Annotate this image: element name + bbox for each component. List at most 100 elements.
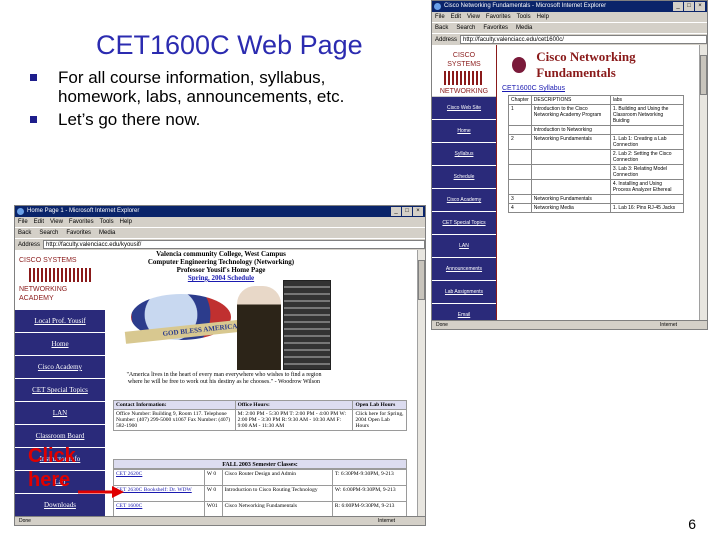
office-hours-cell: M: 2:00 PM - 5:30 PM T: 2:00 PM - 4:00 P… bbox=[234, 409, 354, 431]
table-row: 3. Lab 3: Relating Model Connection bbox=[508, 164, 685, 180]
maximize-button[interactable]: □ bbox=[402, 207, 412, 216]
nf-nav-item[interactable]: Schedule bbox=[432, 166, 496, 188]
favorites-button[interactable]: Favorites bbox=[66, 228, 91, 238]
ie-icon bbox=[434, 3, 441, 10]
address-bar: Address http://faculty.valenciacc.edu/ce… bbox=[432, 33, 707, 45]
minimize-button[interactable]: _ bbox=[391, 207, 401, 216]
schedule-row: CET 2620C W 0 Cisco Router Design and Admi… bbox=[113, 469, 408, 486]
nf-nav-item[interactable]: Lab Assignments bbox=[432, 281, 496, 303]
vc-nav-item[interactable]: Local Prof. Yousif bbox=[15, 310, 105, 332]
address-input[interactable]: http://faculty.valenciacc.edu/kyousif/ bbox=[43, 240, 425, 249]
col-header: Open Lab Hours bbox=[352, 400, 407, 410]
nf-nav-item[interactable]: Announcements bbox=[432, 258, 496, 280]
table-row: 4 Networking Media 1. Lab 16: Pins RJ-45 J… bbox=[508, 203, 685, 213]
syllabus-link[interactable]: CET1600C Syllabus bbox=[500, 85, 699, 95]
table-row: 3 Networking Fundamentals bbox=[508, 194, 685, 204]
vertical-scrollbar[interactable] bbox=[417, 250, 425, 516]
schedule-cell: R: 6:00PM-9:30PM, 9-213 bbox=[331, 501, 408, 516]
window-titlebar: Cisco Networking Fundamentals - Microsof… bbox=[432, 1, 707, 12]
col-header: DESCRIPTIONS bbox=[530, 95, 611, 105]
menu-edit[interactable]: Edit bbox=[34, 217, 44, 227]
vc-nav-item[interactable]: Home bbox=[15, 333, 105, 355]
address-input[interactable]: http://faculty.valenciacc.edu/cet1600c/ bbox=[460, 35, 707, 44]
search-button[interactable]: Search bbox=[39, 228, 58, 238]
page-header: Valencia community College, West Campus … bbox=[111, 250, 331, 282]
nf-nav-item[interactable]: Syllabus bbox=[432, 143, 496, 165]
menu-bar: File Edit View Favorites Tools Help bbox=[15, 217, 425, 227]
table-cell: 1. Building and Using the Classroom Netw… bbox=[609, 104, 685, 126]
menu-tools[interactable]: Tools bbox=[517, 12, 531, 22]
nf-nav-item[interactable]: LAN bbox=[432, 235, 496, 257]
vc-nav-item[interactable]: Cisco Academy bbox=[15, 356, 105, 378]
media-button[interactable]: Media bbox=[516, 23, 532, 33]
vc-nav-item[interactable]: LAN bbox=[15, 402, 105, 424]
col-header: Office Hours: bbox=[234, 400, 354, 410]
menu-file[interactable]: File bbox=[435, 12, 445, 22]
address-label: Address bbox=[435, 36, 458, 43]
menu-file[interactable]: File bbox=[18, 217, 28, 227]
menu-edit[interactable]: Edit bbox=[451, 12, 461, 22]
vertical-scrollbar[interactable] bbox=[699, 45, 707, 320]
vc-nav-item[interactable]: CET Special Topics bbox=[15, 379, 105, 401]
table-cell: 2. Lab 2: Setting the Cisco Connection bbox=[609, 149, 685, 165]
schedule-cell: Cisco Networking Fundamentals bbox=[221, 501, 333, 516]
open-lab-hours-link[interactable]: Click here for Spring, 2004 Open Lab Hou… bbox=[352, 409, 407, 431]
sidebar-nav: Cisco Web Site Home Syllabus Schedule Cisco … bbox=[432, 97, 496, 320]
window-title: Home Page 1 - Microsoft Internet Explore… bbox=[27, 208, 140, 214]
table-cell bbox=[508, 164, 532, 180]
quote-text: "America lives in the heart of every man… bbox=[126, 372, 322, 385]
status-zone: Internet bbox=[378, 518, 395, 524]
course-link[interactable]: CET 1600C bbox=[116, 503, 142, 509]
contact-info-cell: Office Number: Building 9, Room 117. Tel… bbox=[113, 409, 236, 431]
menu-tools[interactable]: Tools bbox=[100, 217, 114, 227]
scroll-thumb[interactable] bbox=[418, 260, 425, 300]
search-button[interactable]: Search bbox=[456, 23, 475, 33]
table-cell bbox=[508, 125, 532, 135]
close-button[interactable]: × bbox=[695, 2, 705, 11]
table-cell bbox=[530, 164, 611, 180]
nf-nav-item[interactable]: CET Special Topics bbox=[432, 212, 496, 234]
address-bar: Address http://faculty.valenciacc.edu/ky… bbox=[15, 238, 425, 250]
table-cell: Networking Fundamentals bbox=[530, 134, 611, 150]
table-cell: Introduction to the Cisco Networking Aca… bbox=[530, 104, 611, 126]
menu-help[interactable]: Help bbox=[120, 217, 132, 227]
page-heading: Cisco Networking Fundamentals bbox=[536, 49, 636, 80]
media-button[interactable]: Media bbox=[99, 228, 115, 238]
course-link[interactable]: CET 2620C bbox=[116, 471, 142, 477]
page-content: CISCO SYSTEMS NETWORKING ACADEMY Cisco W… bbox=[432, 45, 699, 320]
menu-help[interactable]: Help bbox=[537, 12, 549, 22]
table-cell: 3 bbox=[508, 194, 532, 204]
browser-toolbar: Back Search Favorites Media bbox=[432, 22, 707, 33]
back-button[interactable]: Back bbox=[435, 23, 448, 33]
schedule-cell: W: 6:00PM-9:30PM, 9-213 bbox=[331, 485, 408, 502]
schedule-title: FALL 2003 Semester Classes: bbox=[113, 459, 407, 469]
menu-view[interactable]: View bbox=[50, 217, 63, 227]
menu-view[interactable]: View bbox=[467, 12, 480, 22]
nf-nav-item[interactable]: Cisco Web Site bbox=[432, 97, 496, 119]
schedule-cell: T: 6:30PM-9:30PM, 9-213 bbox=[331, 469, 408, 486]
menu-favorites[interactable]: Favorites bbox=[486, 12, 511, 22]
scroll-thumb[interactable] bbox=[700, 55, 707, 95]
table-row: Introduction to Networking bbox=[508, 125, 685, 135]
close-button[interactable]: × bbox=[413, 207, 423, 216]
table-cell: 2 bbox=[508, 134, 532, 150]
nf-nav-item[interactable]: Cisco Academy bbox=[432, 189, 496, 211]
back-button[interactable]: Back bbox=[18, 228, 31, 238]
bullet-square-icon bbox=[30, 116, 37, 123]
maximize-button[interactable]: □ bbox=[684, 2, 694, 11]
window-titlebar: Home Page 1 - Microsoft Internet Explore… bbox=[15, 206, 425, 217]
favorites-button[interactable]: Favorites bbox=[483, 23, 508, 33]
nf-nav-item[interactable]: Home bbox=[432, 120, 496, 142]
menu-favorites[interactable]: Favorites bbox=[69, 217, 94, 227]
table-cell bbox=[609, 125, 685, 135]
minimize-button[interactable]: _ bbox=[673, 2, 683, 11]
cisco-logo: CISCO SYSTEMS NETWORKING ACADEMY bbox=[15, 250, 105, 310]
col-header: Contact Information: bbox=[113, 400, 236, 410]
schedule-row: CET 1600C W01 Cisco Networking Fundamental… bbox=[113, 501, 408, 516]
course-cell: CET 2630C Bookshelf: Dr. WDW bbox=[113, 485, 205, 502]
nf-nav-item[interactable]: Email bbox=[432, 304, 496, 320]
table-cell: 1. Lab 1: Creating a Lab Connection bbox=[609, 134, 685, 150]
cisco-bars-icon bbox=[29, 268, 91, 282]
course-link[interactable]: CET 2630C Bookshelf: Dr. WDW bbox=[116, 487, 192, 493]
bullet-text: Let’s go there now. bbox=[58, 110, 201, 129]
